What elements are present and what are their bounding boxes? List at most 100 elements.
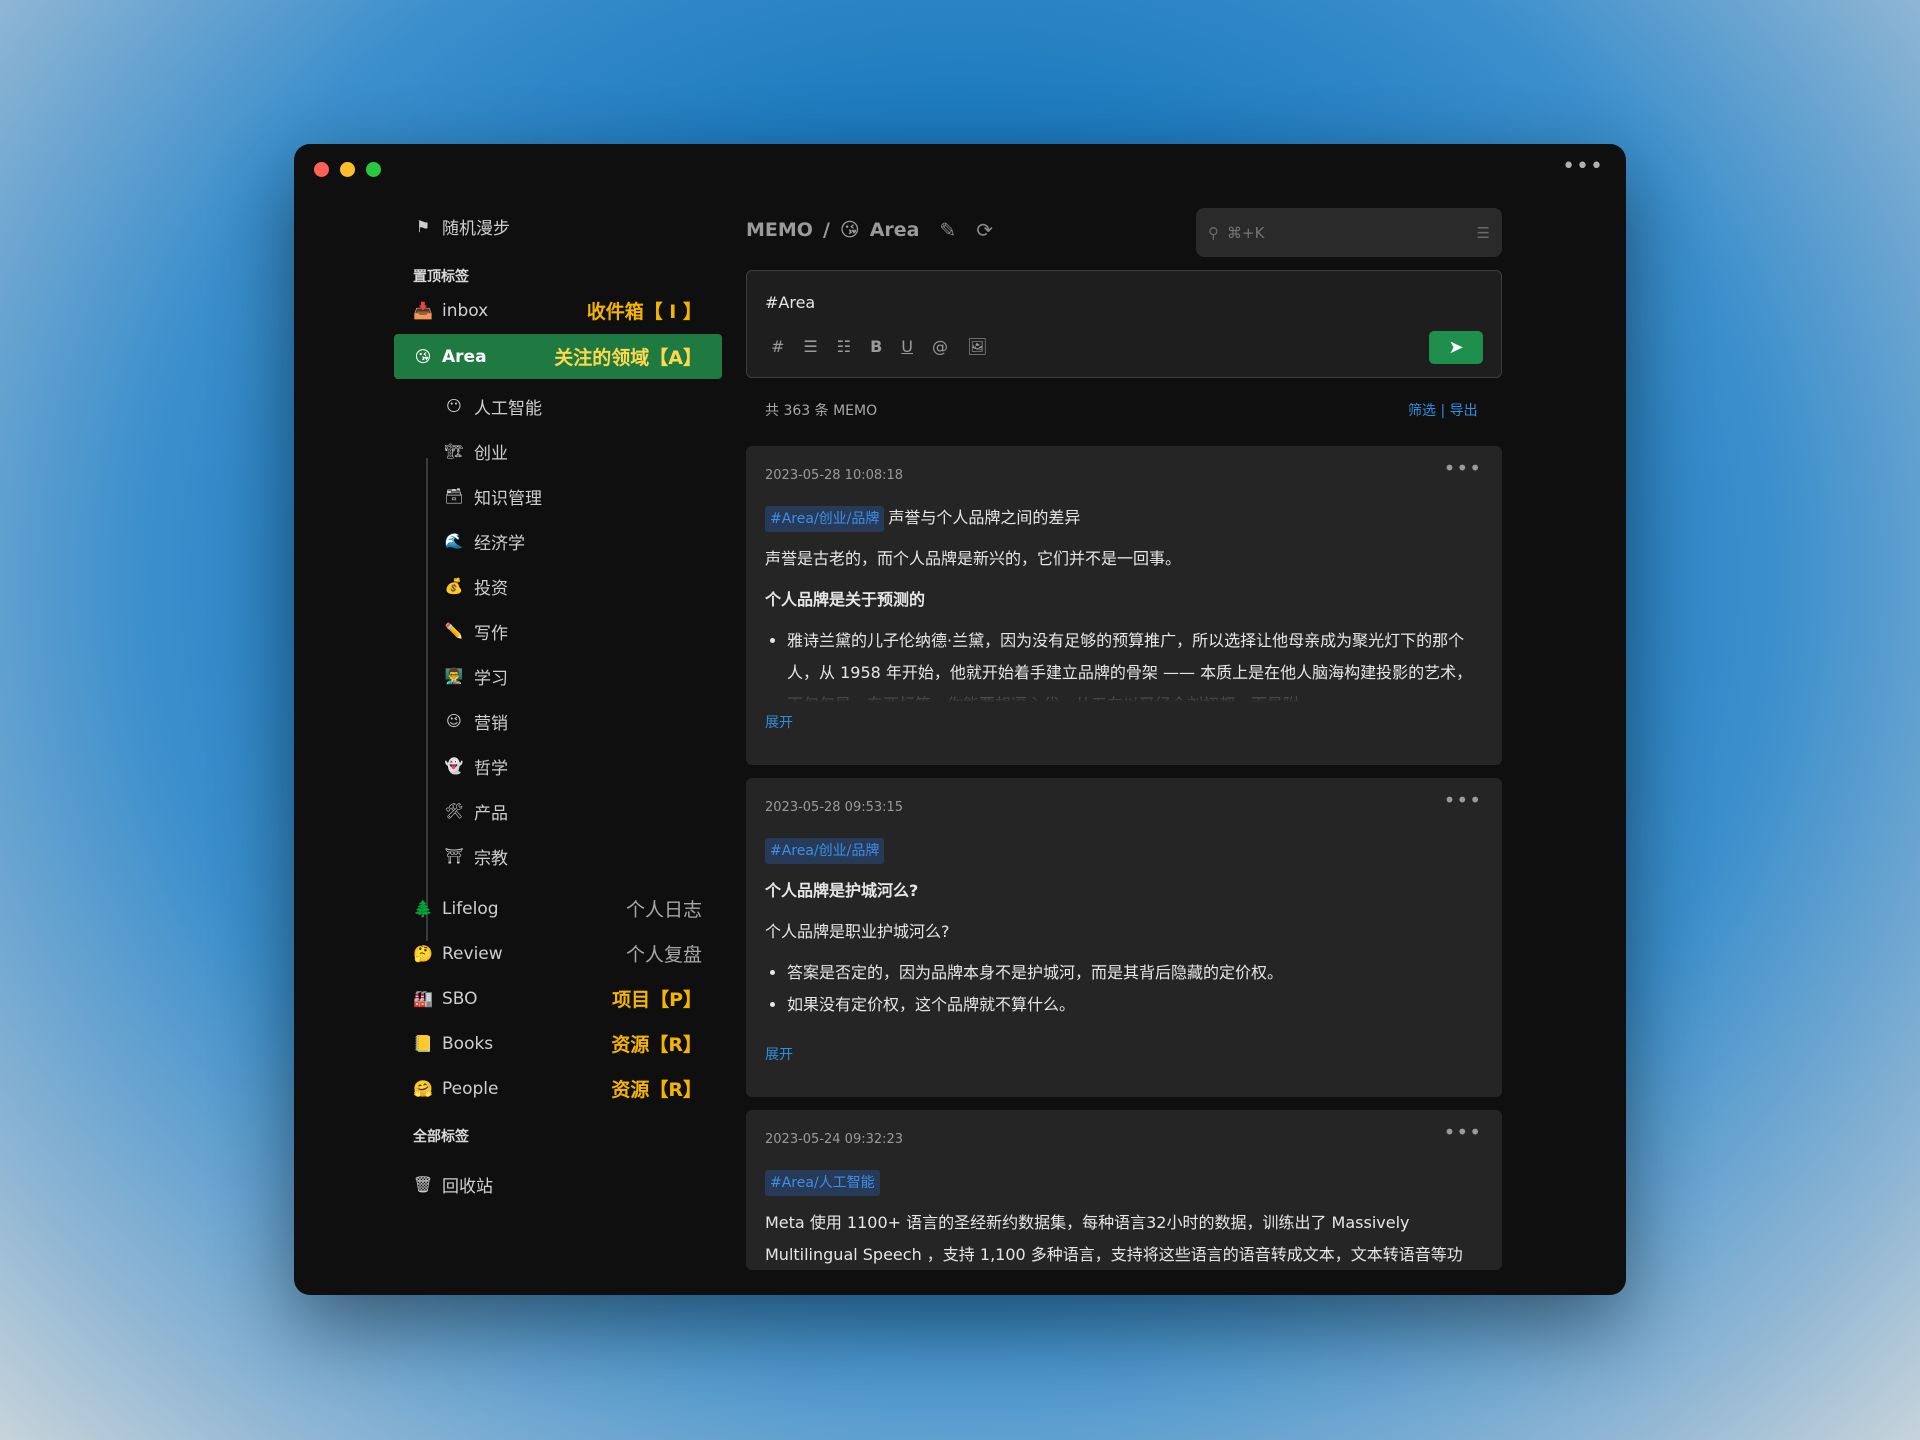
memo-editor[interactable]: #Area # ☰ ☷ B U @ 🖼 ➤ [746, 270, 1502, 378]
sidebar-item-trash[interactable]: 🗑 回收站 [394, 1162, 722, 1207]
notebook-icon: 📒 [413, 1034, 433, 1053]
memo-fade [746, 682, 1502, 702]
maximize-window-button[interactable] [366, 162, 381, 177]
underline-icon[interactable]: U [901, 337, 913, 356]
sidebar-item-inbox[interactable]: 📥 inbox 收件箱【 I 】 [394, 288, 722, 333]
search-icon: ⚲ [1208, 223, 1219, 242]
sidebar-item-alias: 个人复盘 [625, 944, 702, 966]
memo-body: #Area/人工智能 Meta 使用 1100+ 语言的圣经新约数据集，每种语言… [765, 1166, 1484, 1270]
sidebar-subitem-label: 人工智能 [474, 398, 542, 419]
filter-export-link[interactable]: 筛选 | 导出 [1408, 400, 1478, 420]
kiss-face-icon: 😘 [414, 347, 432, 366]
sidebar-item-alias: 关注的领域【A】 [554, 347, 702, 369]
sidebar-subitem[interactable]: 💰 投资 [444, 566, 508, 606]
memo-title: 声誉与个人品牌之间的差异 [888, 508, 1081, 527]
sidebar-item-label: 回收站 [442, 1177, 493, 1197]
memo-card: 2023-05-28 10:08:18 ••• #Area/创业/品牌 声誉与个人… [746, 446, 1502, 765]
memo-card: 2023-05-28 09:53:15 ••• #Area/创业/品牌 个人品牌… [746, 778, 1502, 1097]
sidebar-subitem-label: 哲学 [474, 758, 508, 779]
memo-tag[interactable]: #Area/人工智能 [765, 1170, 880, 1196]
edit-icon[interactable]: ✎ [940, 218, 957, 242]
image-icon[interactable]: 🖼 [967, 337, 987, 356]
sidebar-subitem[interactable]: 🛠 产品 [444, 791, 508, 831]
memo-paragraph: Meta 使用 1100+ 语言的圣经新约数据集，每种语言32小时的数据，训练出… [765, 1213, 1463, 1264]
memo-time: 2023-05-28 09:53:15 [765, 800, 904, 815]
torii-icon: ⛩ [444, 847, 464, 865]
sidebar-subitem[interactable]: ⛩ 宗教 [444, 836, 508, 876]
sidebar-subitem[interactable]: 😶 人工智能 [444, 386, 542, 426]
sidebar-item-label: Area [442, 346, 487, 367]
breadcrumb-root[interactable]: MEMO [746, 219, 813, 241]
money-bag-icon: 💰 [444, 577, 464, 595]
close-window-button[interactable] [314, 162, 329, 177]
sidebar-item-label: SBO [442, 988, 478, 1009]
sidebar-item-label: 随机漫步 [442, 219, 510, 239]
more-icon[interactable]: ••• [1444, 788, 1482, 812]
breadcrumb: MEMO / 😘 Area ✎ ⟳ [746, 218, 993, 242]
sidebar-subitem[interactable]: 🗃 知识管理 [444, 476, 542, 516]
breadcrumb-current: Area [869, 219, 920, 241]
memo-paragraph: 个人品牌是职业护城河么? [765, 922, 950, 941]
sidebar-subitem-label: 宗教 [474, 848, 508, 869]
breadcrumb-separator: / [822, 219, 830, 241]
all-tags-title[interactable]: 全部标签 [413, 1126, 469, 1146]
sidebar-item-alias: 资源【R】 [611, 1079, 702, 1101]
sidebar-subitem-label: 知识管理 [474, 488, 542, 509]
memo-heading: 个人品牌是关于预测的 [765, 590, 926, 609]
hugging-face-icon: 🤗 [413, 1079, 433, 1098]
sidebar-subitem-label: 学习 [474, 668, 508, 689]
inbox-tray-icon: 📥 [413, 301, 433, 320]
more-icon[interactable]: ••• [1444, 456, 1482, 480]
sidebar-subitem[interactable]: 👻 哲学 [444, 746, 508, 786]
memo-heading: 个人品牌是护城河么? [765, 881, 919, 900]
sidebar-subitem[interactable]: 🏗 创业 [444, 431, 508, 471]
sidebar-subitem-label: 写作 [474, 623, 508, 644]
sidebar-item-review[interactable]: 🤔 Review 个人复盘 [394, 931, 722, 976]
sidebar-subitem-label: 营销 [474, 713, 508, 734]
construction-icon: 🏗 [444, 442, 464, 460]
hashtag-icon[interactable]: # [771, 337, 784, 356]
sidebar-subitem-label: 投资 [474, 578, 508, 599]
search-box[interactable]: ⚲ ☰ [1196, 208, 1502, 257]
expand-link[interactable]: 展开 [765, 712, 793, 732]
expand-link[interactable]: 展开 [765, 1044, 793, 1064]
sidebar-item-label: inbox [442, 300, 489, 321]
sidebar-subitem-label: 产品 [474, 803, 508, 824]
bold-icon[interactable]: B [870, 337, 882, 356]
sidebar-item-alias: 项目【P】 [612, 989, 702, 1011]
factory-icon: 🏭 [413, 989, 433, 1008]
minimize-window-button[interactable] [340, 162, 355, 177]
sidebar-item-books[interactable]: 📒 Books 资源【R】 [394, 1021, 722, 1066]
editor-content[interactable]: #Area [765, 293, 815, 312]
memo-paragraph: 声誉是古老的，而个人品牌是新兴的，它们并不是一回事。 [765, 549, 1182, 568]
thinking-face-icon: 🤔 [413, 944, 433, 963]
tree-icon: 🌲 [413, 899, 433, 918]
trash-icon: 🗑 [412, 1175, 434, 1194]
window-controls [314, 162, 381, 177]
sidebar-subitem[interactable]: ✏️ 写作 [444, 611, 508, 651]
memo-bullet: 如果没有定价权，这个品牌就不算什么。 [787, 989, 1484, 1021]
sidebar-item-sbo[interactable]: 🏭 SBO 项目【P】 [394, 976, 722, 1021]
editor-toolbar: # ☰ ☷ B U @ 🖼 [771, 337, 987, 356]
search-input[interactable] [1227, 223, 1477, 242]
sidebar-subitem[interactable]: 🌊 经济学 [444, 521, 525, 561]
pencil-icon: ✏️ [444, 622, 464, 640]
sidebar-item-lifelog[interactable]: 🌲 Lifelog 个人日志 [394, 886, 722, 931]
memo-tag[interactable]: #Area/创业/品牌 [765, 838, 885, 864]
more-icon[interactable]: ••• [1444, 1120, 1482, 1144]
area-children-line [426, 458, 428, 941]
send-button[interactable]: ➤ [1429, 331, 1483, 364]
refresh-icon[interactable]: ⟳ [976, 218, 993, 242]
sidebar-item-random-walk[interactable]: ⚑ 随机漫步 [394, 204, 722, 249]
sidebar-item-people[interactable]: 🤗 People 资源【R】 [394, 1066, 722, 1111]
mention-icon[interactable]: @ [932, 337, 948, 356]
bullet-list-icon[interactable]: ☰ [803, 337, 817, 356]
ordered-list-icon[interactable]: ☷ [837, 337, 851, 356]
memo-tag[interactable]: #Area/创业/品牌 [765, 506, 885, 532]
sidebar-subitem[interactable]: 😉 营销 [444, 701, 508, 741]
filter-icon[interactable]: ☰ [1477, 224, 1490, 242]
window-more-icon[interactable]: ••• [1562, 154, 1604, 179]
sidebar-item-label: People [442, 1078, 499, 1099]
sidebar-subitem[interactable]: 👨‍🏫 学习 [444, 656, 508, 696]
sidebar-item-area[interactable]: 😘 Area 关注的领域【A】 [394, 334, 722, 379]
